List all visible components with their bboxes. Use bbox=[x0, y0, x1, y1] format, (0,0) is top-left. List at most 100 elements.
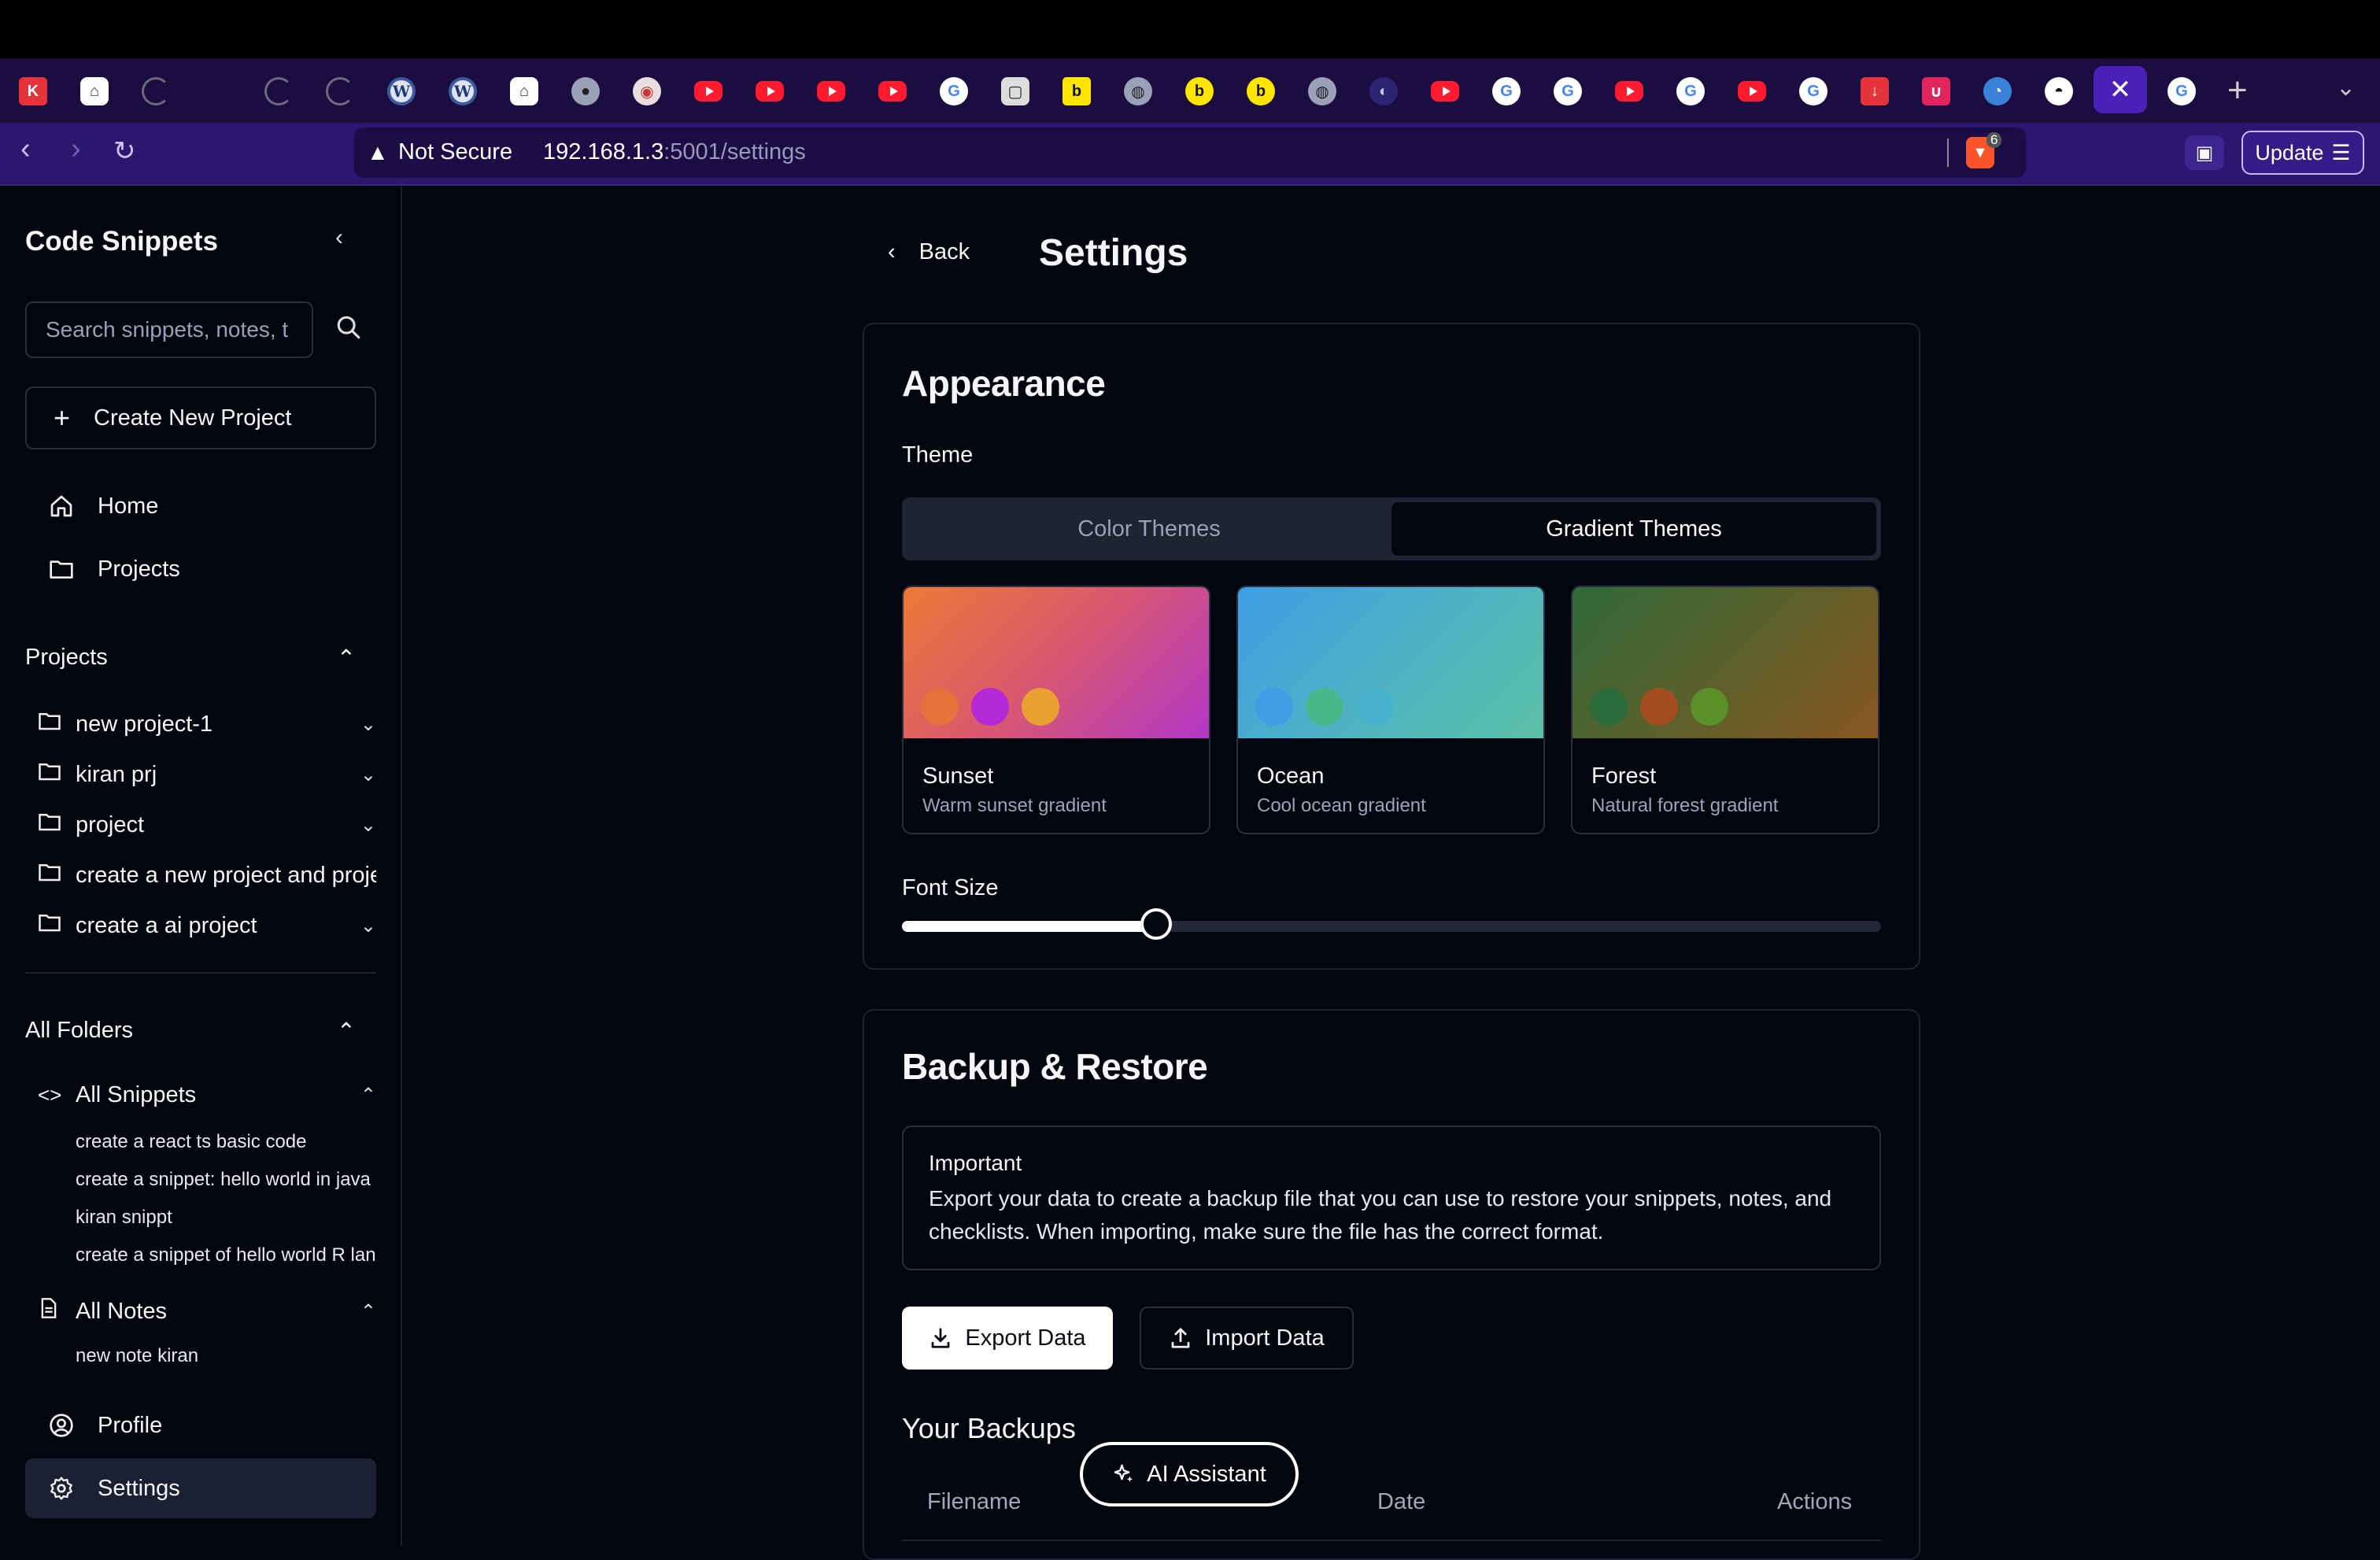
project-item[interactable]: create a ai project ⌄ bbox=[38, 911, 376, 941]
tab-favicon-globe-icon[interactable]: ◍ bbox=[1124, 77, 1152, 105]
tab-favicon-generic-icon[interactable]: ● bbox=[571, 77, 600, 105]
important-notice: Important Export your data to create a b… bbox=[902, 1126, 1881, 1270]
sidebar-item-profile[interactable]: Profile bbox=[25, 1395, 376, 1455]
theme-name: Sunset bbox=[922, 763, 994, 789]
snippet-item[interactable]: create a snippet: hello world in java bbox=[76, 1169, 376, 1191]
tab-google-icon[interactable]: G bbox=[1554, 77, 1582, 105]
tab-loading-icon[interactable] bbox=[142, 77, 170, 105]
active-tab-close-icon[interactable]: ✕ bbox=[2094, 66, 2147, 113]
update-button[interactable]: Update ☰ bbox=[2241, 131, 2364, 175]
tab-wordpress-icon[interactable]: W bbox=[449, 77, 477, 105]
tab-google-icon[interactable]: G bbox=[1676, 77, 1705, 105]
tab-gradient-themes[interactable]: Gradient Themes bbox=[1391, 502, 1876, 556]
theme-tabs: Color Themes Gradient Themes bbox=[902, 497, 1881, 560]
color-dot bbox=[1640, 688, 1678, 726]
sidebar-item-label: Home bbox=[98, 493, 159, 519]
page-title: Settings bbox=[1039, 232, 1188, 274]
search-icon[interactable] bbox=[335, 314, 362, 341]
tab-pocket-icon[interactable]: ∪ bbox=[1922, 77, 1950, 105]
tab-youtube-icon[interactable] bbox=[878, 81, 907, 102]
tab-google-icon[interactable]: G bbox=[940, 77, 968, 105]
tab-youtube-icon[interactable] bbox=[1738, 81, 1766, 102]
tab-loading-icon[interactable] bbox=[326, 77, 354, 105]
tab-list-chevron-icon[interactable]: ⌄ bbox=[2336, 74, 2356, 102]
tab-b-icon[interactable]: b bbox=[1062, 77, 1091, 105]
browser-back-icon[interactable]: ‹ bbox=[20, 132, 31, 166]
tab-youtube-icon[interactable] bbox=[694, 81, 722, 102]
font-size-slider[interactable] bbox=[902, 908, 1881, 940]
menu-icon: ☰ bbox=[2331, 140, 2351, 165]
tab-favicon-home-icon[interactable]: ⌂ bbox=[80, 77, 109, 105]
chevron-up-icon[interactable]: ⌃ bbox=[345, 1300, 376, 1323]
tab-favicon-k-icon[interactable]: K bbox=[19, 77, 47, 105]
shields-count-badge: 6 bbox=[1986, 132, 2002, 148]
tab-download-icon[interactable]: ↓ bbox=[1861, 77, 1889, 105]
project-label: new project-1 bbox=[76, 711, 213, 737]
app-title: Code Snippets bbox=[25, 226, 219, 257]
snippet-item[interactable]: create a snippet of hello world R langua… bbox=[76, 1244, 376, 1266]
project-item[interactable]: create a new project and project descrip… bbox=[38, 860, 376, 890]
gradient-preview bbox=[904, 587, 1209, 738]
tab-wordpress-icon[interactable]: W bbox=[387, 77, 416, 105]
ai-assistant-button[interactable]: AI Assistant bbox=[1080, 1442, 1299, 1506]
project-item[interactable]: project ⌄ bbox=[38, 810, 376, 840]
not-secure-label[interactable]: Not Secure bbox=[398, 139, 512, 165]
note-item[interactable]: new note kiran bbox=[76, 1345, 376, 1367]
tab-google-icon[interactable]: G bbox=[2168, 77, 2196, 105]
chevron-up-icon[interactable]: ⌃ bbox=[345, 1084, 376, 1107]
chevron-up-icon[interactable]: ⌃ bbox=[337, 1018, 356, 1045]
back-button[interactable]: ‹ Back bbox=[888, 239, 970, 265]
tab-github-icon[interactable]: ◓ bbox=[2045, 77, 2073, 105]
sidebar-item-projects[interactable]: Projects bbox=[25, 539, 376, 599]
slider-fill bbox=[902, 921, 1157, 932]
tab-favicon-moon-icon[interactable]: ◐ bbox=[1369, 77, 1398, 105]
collapse-sidebar-icon[interactable]: ‹ bbox=[335, 224, 343, 251]
projects-section-header[interactable]: Projects ⌃ bbox=[25, 645, 376, 672]
tab-favicon-doc-icon[interactable]: ▢ bbox=[1001, 77, 1029, 105]
project-item[interactable]: new project-1 ⌄ bbox=[38, 709, 376, 739]
tab-youtube-icon[interactable] bbox=[1431, 81, 1459, 102]
tab-color-themes[interactable]: Color Themes bbox=[907, 502, 1391, 556]
folder-icon bbox=[38, 709, 76, 739]
new-tab-plus-icon[interactable]: + bbox=[2227, 71, 2248, 110]
sidebar-item-home[interactable]: Home bbox=[25, 476, 376, 536]
chevron-down-icon[interactable]: ⌄ bbox=[345, 814, 376, 837]
slider-thumb[interactable] bbox=[1140, 908, 1173, 940]
wallet-icon[interactable]: ▣ bbox=[2185, 135, 2224, 170]
browser-forward-icon[interactable]: › bbox=[71, 132, 81, 166]
create-new-project-button[interactable]: + Create New Project bbox=[25, 386, 376, 449]
all-snippets-item[interactable]: <> All Snippets ⌃ bbox=[38, 1082, 376, 1108]
theme-option-forest[interactable]: Forest Natural forest gradient bbox=[1571, 586, 1879, 834]
chevron-up-icon[interactable]: ⌃ bbox=[337, 645, 356, 672]
tab-google-icon[interactable]: G bbox=[1799, 77, 1828, 105]
chevron-down-icon[interactable]: ⌄ bbox=[345, 713, 376, 736]
all-folders-section-header[interactable]: All Folders ⌃ bbox=[25, 1018, 376, 1045]
sidebar-item-label: Settings bbox=[98, 1475, 180, 1501]
snippet-item[interactable]: kiran snippt bbox=[76, 1207, 376, 1229]
tab-youtube-icon[interactable] bbox=[817, 81, 845, 102]
export-data-button[interactable]: Export Data bbox=[902, 1307, 1113, 1370]
tab-b-circle-icon[interactable]: b bbox=[1247, 77, 1275, 105]
tab-youtube-icon[interactable] bbox=[756, 81, 784, 102]
theme-option-sunset[interactable]: Sunset Warm sunset gradient bbox=[902, 586, 1210, 834]
import-data-button[interactable]: Import Data bbox=[1140, 1307, 1354, 1370]
browser-reload-icon[interactable]: ↻ bbox=[113, 135, 136, 167]
chevron-down-icon[interactable]: ⌄ bbox=[345, 763, 376, 786]
tab-google-icon[interactable]: G bbox=[1492, 77, 1521, 105]
all-notes-item[interactable]: All Notes ⌃ bbox=[38, 1296, 376, 1326]
tab-favicon-blue-icon[interactable]: ◔ bbox=[1983, 77, 2012, 105]
tab-b-circle-icon[interactable]: b bbox=[1185, 77, 1214, 105]
search-input[interactable] bbox=[25, 301, 313, 358]
tab-youtube-icon[interactable] bbox=[1615, 81, 1643, 102]
tab-favicon-target-icon[interactable]: ◉ bbox=[633, 77, 661, 105]
url-text[interactable]: 192.168.1.3:5001/settings bbox=[543, 139, 806, 165]
snippet-item[interactable]: create a react ts basic code bbox=[76, 1131, 376, 1153]
tab-favicon-home-icon[interactable]: ⌂ bbox=[510, 77, 538, 105]
sidebar-item-settings[interactable]: Settings bbox=[25, 1458, 376, 1518]
tab-loading-icon[interactable] bbox=[264, 77, 293, 105]
tab-favicon-globe-icon[interactable]: ◍ bbox=[1308, 77, 1336, 105]
chevron-down-icon[interactable]: ⌄ bbox=[345, 915, 376, 937]
theme-option-ocean[interactable]: Ocean Cool ocean gradient bbox=[1236, 586, 1545, 834]
project-item[interactable]: kiran prj ⌄ bbox=[38, 760, 376, 789]
color-dot bbox=[1022, 688, 1059, 726]
